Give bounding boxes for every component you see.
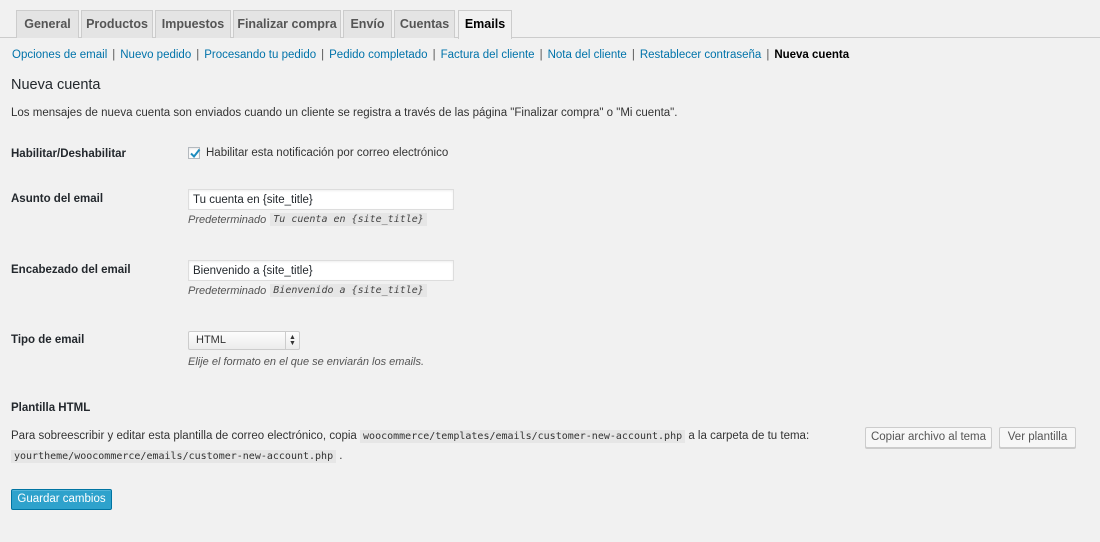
tab-cuentas[interactable]: Cuentas — [394, 10, 455, 38]
subnav-separator: | — [631, 49, 635, 61]
enable-checkbox-label[interactable]: Habilitar esta notificación por correo e… — [206, 147, 448, 159]
subnav-link-factura[interactable]: Factura del cliente — [441, 49, 535, 61]
heading-input[interactable] — [188, 260, 454, 281]
page-description: Los mensajes de nueva cuenta son enviado… — [11, 107, 678, 119]
subnav-separator: | — [539, 49, 543, 61]
template-heading: Plantilla HTML — [11, 402, 91, 414]
email-type-selected: HTML — [196, 334, 226, 346]
email-type-label: Tipo de email — [11, 334, 85, 346]
subject-default-prefix: Predeterminado — [188, 213, 267, 226]
tab-finalizar-compra[interactable]: Finalizar compra — [233, 10, 341, 38]
template-dest-path: yourtheme/woocommerce/emails/customer-ne… — [11, 450, 337, 463]
template-text-before: Para sobreescribir y editar esta plantil… — [11, 430, 357, 442]
subnav-current: Nueva cuenta — [774, 49, 850, 61]
heading-label: Encabezado del email — [11, 264, 131, 276]
email-subnav: Opciones de email | Nuevo pedido | Procesand… — [12, 47, 849, 63]
template-text-after: . — [339, 450, 343, 462]
settings-tabs: General Productos Impuestos Finalizar co… — [0, 0, 1100, 39]
enable-label: Habilitar/Deshabilitar — [11, 148, 127, 160]
heading-default-prefix: Predeterminado — [188, 284, 267, 297]
copy-to-theme-button[interactable]: Copiar archivo al tema — [865, 427, 992, 448]
subnav-link-procesando[interactable]: Procesando tu pedido — [204, 49, 316, 61]
tab-emails[interactable]: Emails — [458, 10, 512, 39]
tab-envio[interactable]: Envío — [343, 10, 392, 38]
subject-input[interactable] — [188, 189, 454, 210]
subnav-separator: | — [432, 49, 436, 61]
view-template-button[interactable]: Ver plantilla — [999, 427, 1076, 448]
subject-default-value: Tu cuenta en {site_title} — [270, 213, 427, 226]
checkmark-icon — [190, 148, 201, 159]
tab-general[interactable]: General — [16, 10, 79, 38]
subnav-separator: | — [112, 49, 116, 61]
subnav-link-nota[interactable]: Nota del cliente — [548, 49, 627, 61]
template-instructions: Para sobreescribir y editar esta plantil… — [11, 430, 810, 443]
subnav-link-nuevo-pedido[interactable]: Nuevo pedido — [120, 49, 191, 61]
subnav-link-completado[interactable]: Pedido completado — [329, 49, 427, 61]
subnav-separator: | — [321, 49, 325, 61]
email-type-select[interactable]: HTML ▲ ▼ — [188, 331, 300, 350]
heading-default-value: Bienvenido a {site_title} — [270, 284, 427, 297]
subnav-separator: | — [766, 49, 770, 61]
subnav-link-opciones[interactable]: Opciones de email — [12, 49, 107, 61]
select-arrows-icon: ▲ ▼ — [285, 332, 299, 349]
email-type-hint: Elije el formato en el que se enviarán l… — [188, 356, 425, 368]
subnav-link-restablecer[interactable]: Restablecer contraseña — [640, 49, 761, 61]
tab-impuestos[interactable]: Impuestos — [155, 10, 231, 38]
subject-default: Predeterminado Tu cuenta en {site_title} — [188, 213, 427, 226]
enable-checkbox[interactable] — [188, 147, 201, 159]
page-title: Nueva cuenta — [11, 77, 101, 93]
subject-label: Asunto del email — [11, 193, 104, 205]
template-source-path: woocommerce/templates/emails/customer-ne… — [360, 430, 686, 443]
template-dest-line: yourtheme/woocommerce/emails/customer-ne… — [11, 450, 343, 463]
save-changes-button[interactable]: Guardar cambios — [11, 489, 112, 510]
tab-productos[interactable]: Productos — [81, 10, 153, 38]
heading-default: Predeterminado Bienvenido a {site_title} — [188, 284, 427, 297]
subnav-separator: | — [196, 49, 200, 61]
enable-checkbox-row: Habilitar esta notificación por correo e… — [188, 146, 448, 160]
template-text-middle: a la carpeta de tu tema: — [688, 430, 810, 442]
